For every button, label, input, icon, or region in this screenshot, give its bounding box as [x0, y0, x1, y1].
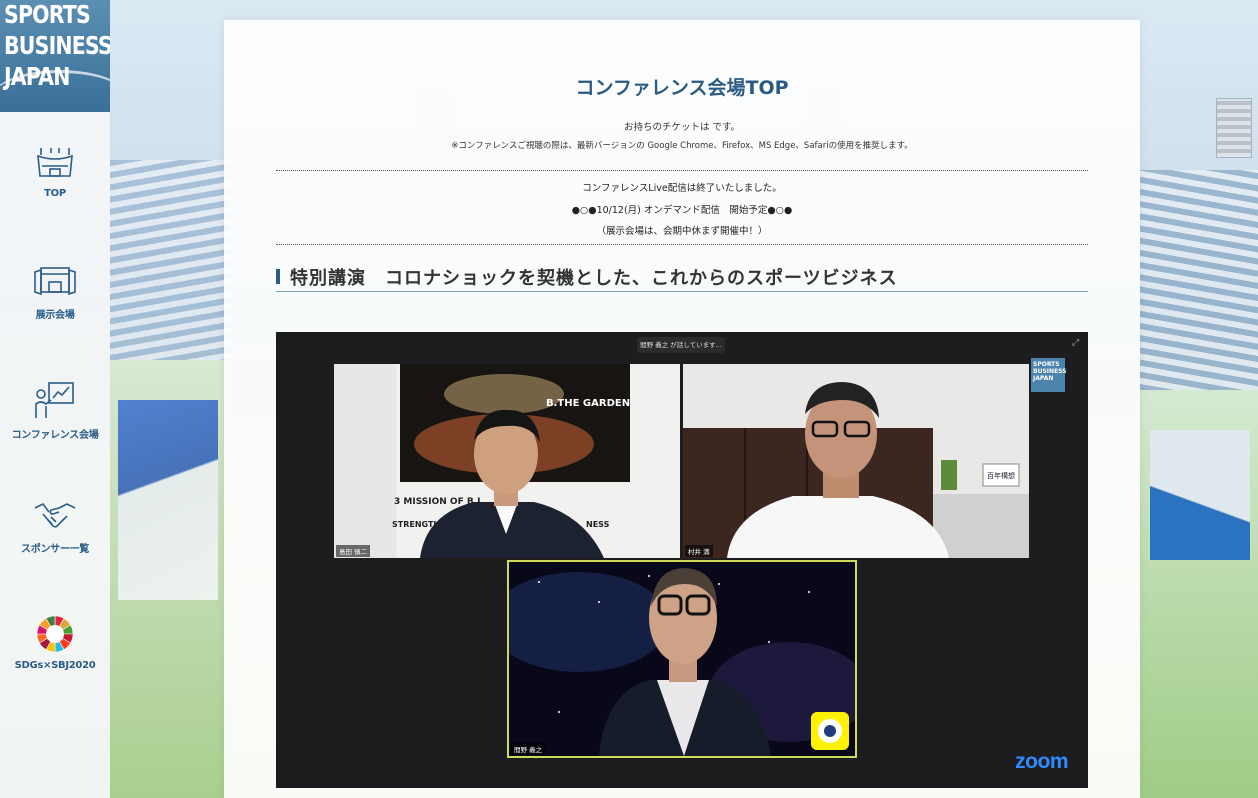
participant-name: 間野 義之 [511, 743, 546, 755]
ticket-info: お持ちのチケットは です。 [623, 122, 741, 133]
notice-line: コンファレンスLive配信は終了いたしました。 [582, 183, 782, 194]
light-tower [1216, 98, 1252, 158]
participant-video [509, 568, 855, 756]
sports-business-japan-logo[interactable]: SPORTS BUSINESS JAPAN [0, 0, 110, 112]
notice-line: （展示会場は、会期中休まず開催中！） [596, 226, 768, 237]
badge-line: SPORTS [1033, 361, 1060, 368]
sports-business-japan-badge: SPORTS BUSINESS JAPAN [1031, 358, 1067, 392]
video-player[interactable]: 間野 義之 が話しています... ⤢ B.THE GARDEN 3 MISSIO… [276, 332, 1088, 788]
zoom-logo: zoom [1015, 750, 1068, 773]
sidebar-item-conference[interactable]: コンファレンス会場 [0, 380, 110, 490]
participant-name: 村井 満 [685, 545, 713, 557]
logo-line: JAPAN [4, 62, 70, 91]
participant-name: 島田 慎二 [336, 545, 371, 557]
section-heading: 特別講演 コロナショックを契機とした、これからのスポーツビジネス [276, 264, 1088, 292]
sidebar-item-top[interactable]: TOP [0, 146, 110, 256]
exhibition-booth-left [118, 400, 218, 600]
sidebar: SPORTS BUSINESS JAPAN TOP 展示会場 コンファレンス会場… [0, 0, 110, 798]
sidebar-item-label: コンファレンス会場 [11, 430, 99, 441]
sidebar-item-label: TOP [44, 188, 66, 199]
section-marker [276, 269, 280, 284]
divider [276, 170, 1088, 171]
backdrop-text: NESS [586, 520, 610, 529]
sidebar-item-label: 展示会場 [35, 310, 75, 321]
participant-video: B.THE GARDEN 3 MISSION OF B.L STRENGTH N… [392, 364, 630, 558]
participant-video: 百年構想 [683, 382, 1029, 558]
stadium-stand-left [110, 160, 230, 360]
exhibition-booth-right [1150, 430, 1250, 560]
participant-tile: B.THE GARDEN 3 MISSION OF B.L STRENGTH N… [334, 364, 680, 558]
logo-line: BUSINESS [4, 31, 110, 60]
page-title: コンファレンス会場TOP [575, 77, 789, 99]
sidebar-item-exhibition[interactable]: 展示会場 [0, 264, 110, 374]
section-title: 特別講演 コロナショックを契機とした、これからのスポーツビジネス [290, 268, 898, 289]
shelf-sign: 百年構想 [987, 471, 1015, 480]
backdrop-text: B.THE GARDEN [546, 398, 630, 409]
sidebar-item-sponsors[interactable]: スポンサー一覧 [0, 500, 110, 610]
sidebar-item-sdgs[interactable]: SDGs×SBJ2020 [0, 614, 110, 724]
stadium-stand-right [1140, 170, 1258, 390]
sidebar-item-label: スポンサー一覧 [21, 544, 89, 555]
conference-panel: コンファレンス会場TOP お持ちのチケットは です。 ※コンファレンスご視聴の際… [224, 20, 1140, 798]
presenter-icon [35, 382, 74, 418]
badge-line: BUSINESS [1033, 368, 1067, 375]
handshake-icon [34, 502, 76, 528]
divider [276, 244, 1088, 245]
expand-icon[interactable]: ⤢ [1072, 338, 1082, 348]
logo-line: SPORTS [4, 0, 91, 29]
participant-tile: 百年構想 村井 満 [683, 364, 1029, 558]
stadium-icon [37, 148, 73, 177]
badge-line: JAPAN [1033, 375, 1054, 382]
browser-recommendation: ※コンファレンスご視聴の際は、最新バージョンの Google Chrome、Fi… [451, 141, 913, 151]
participant-tile-active: 間野 義之 [507, 560, 857, 758]
sdgs-wheel-icon [36, 615, 74, 653]
active-speaker-label: 間野 義之 が話しています... [637, 337, 725, 353]
booth-icon [34, 267, 76, 296]
sidebar-item-label: SDGs×SBJ2020 [14, 660, 96, 671]
notice-line: ●○●10/12(月) オンデマンド配信 開始予定●○● [571, 205, 793, 216]
